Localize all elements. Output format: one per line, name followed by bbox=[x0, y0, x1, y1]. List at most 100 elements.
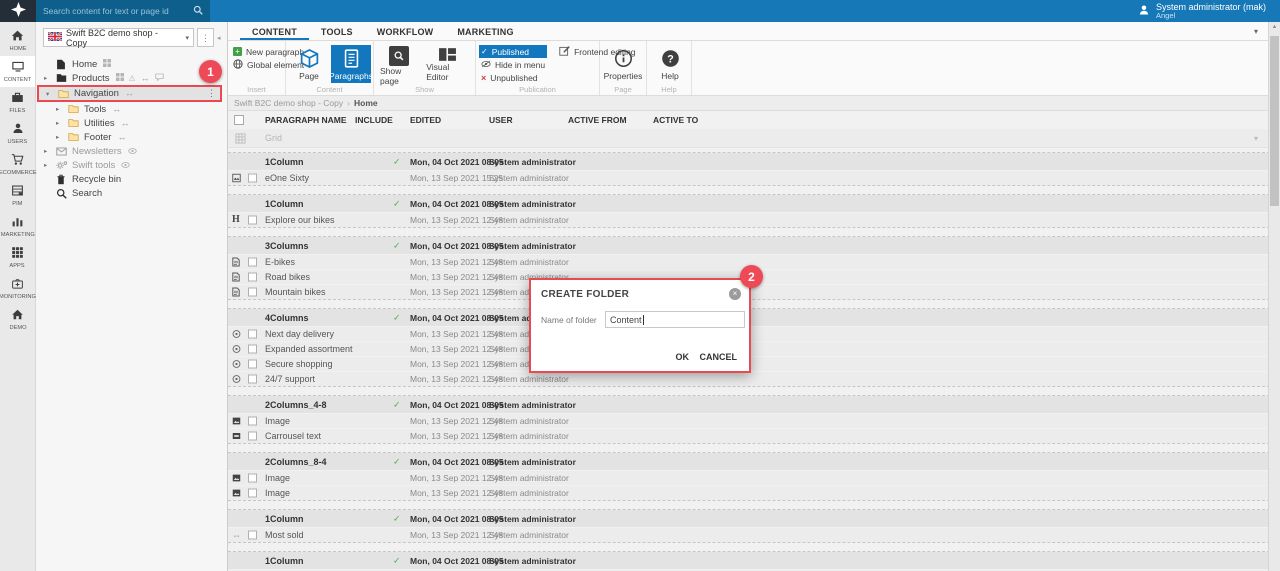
hide-in-menu-toggle[interactable]: Hide in menu bbox=[479, 58, 547, 71]
tab-marketing[interactable]: MARKETING bbox=[445, 24, 525, 40]
paragraph-row[interactable]: ImageMon, 13 Sep 2021 12:48System admini… bbox=[228, 471, 1280, 485]
row-checkbox[interactable] bbox=[248, 531, 257, 540]
expand-arrow-icon[interactable]: ▸ bbox=[56, 105, 68, 113]
sidebar-item-home[interactable]: HOME bbox=[0, 25, 35, 56]
row-checkbox[interactable] bbox=[248, 417, 257, 426]
paragraph-row[interactable]: Secure shoppingMon, 13 Sep 2021 12:48Sys… bbox=[228, 357, 1280, 371]
row-checkbox[interactable] bbox=[248, 489, 257, 498]
paragraph-group-header[interactable]: 2Columns_4-8✓Mon, 04 Oct 2021 08:05Syste… bbox=[228, 396, 1280, 413]
row-checkbox[interactable] bbox=[248, 174, 257, 183]
global-element-button[interactable]: Global element bbox=[231, 58, 282, 71]
sidebar-item-users[interactable]: USERS bbox=[0, 118, 35, 149]
tree-item-recycle-bin[interactable]: Recycle bin bbox=[36, 172, 227, 186]
header-include[interactable]: INCLUDE bbox=[355, 115, 393, 125]
header-active-from[interactable]: ACTIVE FROM bbox=[568, 115, 627, 125]
row-checkbox[interactable] bbox=[248, 273, 257, 282]
row-checkbox[interactable] bbox=[248, 474, 257, 483]
item-options-kebab-icon[interactable]: ⋮ bbox=[207, 88, 216, 99]
expand-arrow-icon[interactable]: ▾ bbox=[46, 90, 58, 98]
tree-item-tools[interactable]: ▸Tools↔ bbox=[36, 102, 227, 116]
folder-name-input[interactable]: Content bbox=[605, 311, 745, 328]
expand-arrow-icon[interactable]: ▸ bbox=[56, 119, 68, 127]
tab-workflow[interactable]: WORKFLOW bbox=[365, 24, 446, 40]
paragraph-row[interactable]: ↔Most soldMon, 13 Sep 2021 12:48System a… bbox=[228, 528, 1280, 542]
paragraph-row[interactable]: Expanded assortmentMon, 13 Sep 2021 12:4… bbox=[228, 342, 1280, 356]
chevron-down-icon[interactable]: ▾ bbox=[1254, 134, 1258, 143]
paragraph-row[interactable]: HExplore our bikesMon, 13 Sep 2021 12:48… bbox=[228, 213, 1280, 227]
tree-item-search[interactable]: Search bbox=[36, 186, 227, 200]
row-checkbox[interactable] bbox=[248, 258, 257, 267]
search-icon[interactable] bbox=[193, 5, 203, 18]
paragraph-row[interactable]: ImageMon, 13 Sep 2021 12:48System admini… bbox=[228, 486, 1280, 500]
grid-row[interactable]: Grid ▾ bbox=[228, 129, 1280, 148]
visual-editor-button[interactable]: Visual Editor bbox=[423, 45, 472, 83]
vertical-scrollbar[interactable]: ▲ bbox=[1268, 22, 1280, 571]
scroll-up-arrow[interactable]: ▲ bbox=[1269, 24, 1280, 30]
expand-arrow-icon[interactable]: ▸ bbox=[44, 161, 56, 169]
tree-item-navigation[interactable]: ▾Navigation↔⋮ bbox=[37, 85, 222, 102]
paragraph-row[interactable]: eOne SixtyMon, 13 Sep 2021 15:25System a… bbox=[228, 171, 1280, 185]
sidebar-item-files[interactable]: FILES bbox=[0, 87, 35, 118]
row-checkbox[interactable] bbox=[248, 375, 257, 384]
header-user[interactable]: USER bbox=[489, 115, 513, 125]
panel-collapse-icon[interactable]: ◂ bbox=[217, 34, 225, 42]
cancel-button[interactable]: CANCEL bbox=[700, 352, 738, 362]
sidebar-item-demo[interactable]: DEMO bbox=[0, 304, 35, 335]
row-checkbox[interactable] bbox=[248, 288, 257, 297]
search-input[interactable] bbox=[43, 6, 189, 16]
header-active-to[interactable]: ACTIVE TO bbox=[653, 115, 698, 125]
sidebar-item-marketing[interactable]: MARKETING bbox=[0, 211, 35, 242]
row-checkbox[interactable] bbox=[248, 330, 257, 339]
paragraph-group-header[interactable]: 2Columns_8-4✓Mon, 04 Oct 2021 08:05Syste… bbox=[228, 453, 1280, 470]
paragraph-group-header[interactable]: 3Columns✓Mon, 04 Oct 2021 08:05System ad… bbox=[228, 237, 1280, 254]
tree-item-footer[interactable]: ▸Footer↔ bbox=[36, 130, 227, 144]
published-toggle[interactable]: ✓ Published bbox=[479, 45, 547, 58]
app-logo[interactable] bbox=[0, 0, 36, 22]
expand-arrow-icon[interactable]: ▸ bbox=[56, 133, 68, 141]
paragraph-row[interactable]: Next day deliveryMon, 13 Sep 2021 12:48S… bbox=[228, 327, 1280, 341]
properties-button[interactable]: Properties bbox=[603, 45, 643, 83]
sidebar-item-monitoring[interactable]: MONITORING bbox=[0, 273, 35, 304]
paragraph-group-header[interactable]: 1Column✓Mon, 04 Oct 2021 08:05System adm… bbox=[228, 153, 1280, 170]
row-checkbox[interactable] bbox=[248, 216, 257, 225]
header-paragraph-name[interactable]: PARAGRAPH NAME bbox=[265, 115, 347, 125]
sidebar-item-apps[interactable]: APPS bbox=[0, 242, 35, 273]
sidebar-item-ecommerce[interactable]: ECOMMERCE bbox=[0, 149, 35, 180]
scrollbar-thumb[interactable] bbox=[1270, 36, 1279, 206]
unpublished-toggle[interactable]: × Unpublished bbox=[479, 71, 547, 84]
user-menu[interactable]: System administrator (mak) Angel bbox=[1138, 0, 1280, 22]
sidebar-item-content[interactable]: CONTENT bbox=[0, 56, 35, 87]
ok-button[interactable]: OK bbox=[676, 352, 690, 362]
paragraph-group-header[interactable]: 1Column✓Mon, 04 Oct 2021 08:05System adm… bbox=[228, 552, 1280, 569]
help-button[interactable]: ? Help bbox=[650, 45, 690, 83]
row-checkbox[interactable] bbox=[248, 432, 257, 441]
paragraphs-button[interactable]: Paragraphs bbox=[331, 45, 371, 83]
paragraph-row[interactable]: ImageMon, 13 Sep 2021 12:48System admini… bbox=[228, 414, 1280, 428]
row-checkbox[interactable] bbox=[248, 345, 257, 354]
paragraph-group-header[interactable]: 4Columns✓Mon, 04 Oct 2021 08:05System ad… bbox=[228, 309, 1280, 326]
site-options-kebab-button[interactable]: ⋮ bbox=[197, 28, 214, 47]
paragraph-row[interactable]: 24/7 supportMon, 13 Sep 2021 12:48System… bbox=[228, 372, 1280, 386]
tree-item-newsletters[interactable]: ▸Newsletters bbox=[36, 144, 227, 158]
paragraph-group-header[interactable]: 1Column✓Mon, 04 Oct 2021 08:05System adm… bbox=[228, 195, 1280, 212]
expand-arrow-icon[interactable]: ▸ bbox=[44, 74, 56, 82]
tab-content[interactable]: CONTENT bbox=[240, 24, 309, 40]
ribbon-collapse-icon[interactable]: ▾ bbox=[1254, 27, 1258, 36]
expand-arrow-icon[interactable]: ▸ bbox=[44, 147, 56, 155]
show-page-button[interactable]: Show page bbox=[377, 45, 421, 83]
breadcrumb-page[interactable]: Home bbox=[354, 98, 378, 108]
close-icon[interactable]: × bbox=[729, 288, 741, 300]
header-edited[interactable]: EDITED bbox=[410, 115, 441, 125]
tree-item-utilities[interactable]: ▸Utilities↔ bbox=[36, 116, 227, 130]
row-checkbox[interactable] bbox=[248, 360, 257, 369]
tab-tools[interactable]: TOOLS bbox=[309, 24, 365, 40]
select-all-checkbox[interactable] bbox=[234, 115, 244, 125]
page-button[interactable]: Page bbox=[289, 45, 329, 83]
sidebar-item-pim[interactable]: PIM bbox=[0, 180, 35, 211]
new-paragraph-button[interactable]: + New paragraph bbox=[231, 45, 282, 58]
tree-item-swift-tools[interactable]: ▸Swift tools bbox=[36, 158, 227, 172]
paragraph-row[interactable]: Carrousel textMon, 13 Sep 2021 12:48Syst… bbox=[228, 429, 1280, 443]
site-selector-dropdown[interactable]: Swift B2C demo shop - Copy ▾ bbox=[43, 28, 194, 47]
paragraph-group-header[interactable]: 1Column✓Mon, 04 Oct 2021 08:05System adm… bbox=[228, 510, 1280, 527]
breadcrumb-site[interactable]: Swift B2C demo shop - Copy bbox=[234, 98, 343, 108]
